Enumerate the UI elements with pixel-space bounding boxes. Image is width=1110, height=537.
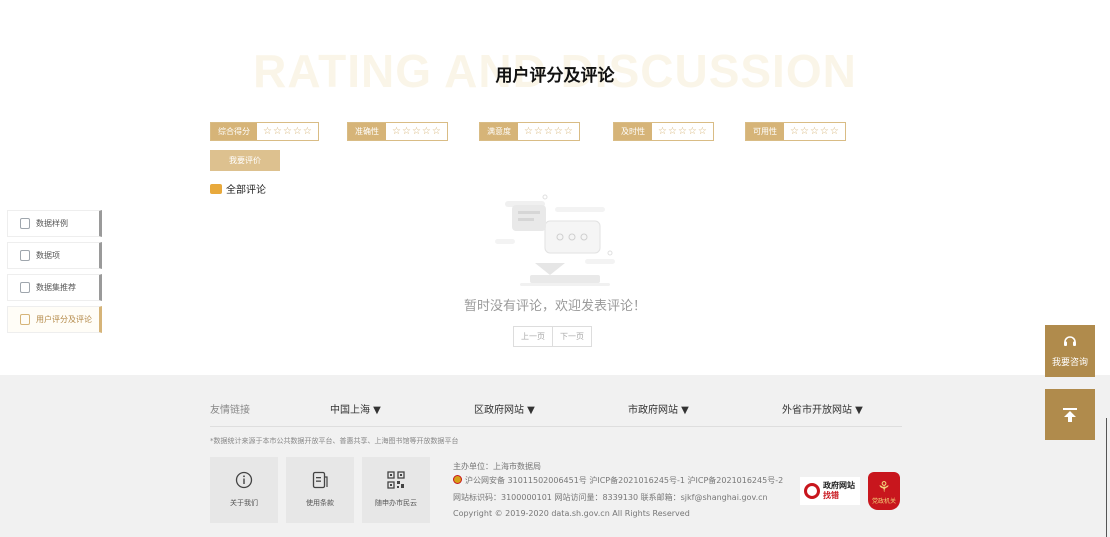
consult-label: 我要咨询: [1051, 358, 1088, 368]
site-info: 网站标识码：3100000101 网站访问量：8339130 联系邮箱：sjkf…: [453, 493, 768, 502]
emblem-icon: ⚘: [877, 477, 891, 496]
star-icon[interactable]: ☆: [422, 123, 431, 140]
star-icon[interactable]: ☆: [432, 123, 441, 140]
arrow-up-to-top-icon: [1063, 407, 1077, 422]
rating-label: 满意度: [480, 123, 518, 140]
side-nav: 数据样例 数据项 数据集推荐 用户评分及评论: [7, 210, 102, 338]
citizen-cloud-tile[interactable]: 随申办市民云: [362, 457, 430, 523]
star-rating[interactable]: ☆ ☆ ☆ ☆ ☆: [784, 123, 845, 140]
all-comments-label: 全部评论: [226, 185, 266, 196]
star-icon[interactable]: ☆: [810, 123, 819, 140]
rating-satisfaction[interactable]: 满意度 ☆ ☆ ☆ ☆ ☆: [479, 122, 580, 141]
side-nav-label: 用户评分及评论: [36, 315, 92, 324]
rating-label: 及时性: [614, 123, 652, 140]
rate-button[interactable]: 我要评价: [210, 150, 280, 171]
star-rating[interactable]: ☆ ☆ ☆ ☆ ☆: [257, 123, 318, 140]
rating-accuracy[interactable]: 准确性 ☆ ☆ ☆ ☆ ☆: [347, 122, 448, 141]
rating-label: 准确性: [348, 123, 386, 140]
star-icon[interactable]: ☆: [412, 123, 421, 140]
star-rating[interactable]: ☆ ☆ ☆ ☆ ☆: [652, 123, 713, 140]
qr-code-icon: [362, 468, 430, 492]
star-icon[interactable]: ☆: [820, 123, 829, 140]
tile-label: 随申办市民云: [375, 499, 417, 507]
star-icon[interactable]: ☆: [283, 123, 292, 140]
footer-divider: [210, 426, 902, 427]
next-page-button[interactable]: 下一页: [552, 327, 591, 346]
rating-label: 可用性: [746, 123, 784, 140]
star-icon[interactable]: ☆: [293, 123, 302, 140]
side-nav-item-data-fields[interactable]: 数据项: [7, 242, 102, 269]
side-nav-item-data-sample[interactable]: 数据样例: [7, 210, 102, 237]
back-to-top-button[interactable]: [1045, 389, 1095, 440]
comment-icon: [210, 183, 222, 194]
star-icon[interactable]: ☆: [402, 123, 411, 140]
gov-website-error-badge[interactable]: 政府网站 找错: [800, 477, 860, 505]
rating-label: 综合得分: [211, 123, 257, 140]
terms-tile[interactable]: 使用条款: [286, 457, 354, 523]
link-dropdown-shanghai[interactable]: 中国上海 ▼: [330, 401, 381, 416]
magnifier-icon: [804, 483, 820, 499]
star-icon[interactable]: ☆: [273, 123, 282, 140]
info-icon: [210, 468, 278, 492]
star-icon[interactable]: ☆: [698, 123, 707, 140]
side-nav-label: 数据项: [36, 251, 60, 260]
database-icon: [20, 218, 30, 229]
about-us-tile[interactable]: 关于我们: [210, 457, 278, 523]
star-icon[interactable]: ☆: [564, 123, 573, 140]
star-icon[interactable]: ☆: [658, 123, 667, 140]
star-icon[interactable]: ☆: [688, 123, 697, 140]
rating-timeliness[interactable]: 及时性 ☆ ☆ ☆ ☆ ☆: [613, 122, 714, 141]
tile-label: 使用条款: [306, 499, 334, 507]
icp-text[interactable]: 沪公网安备 31011502006451号 沪ICP备2021016245号-1…: [465, 476, 783, 485]
star-icon[interactable]: ☆: [534, 123, 543, 140]
rating-usability[interactable]: 可用性 ☆ ☆ ☆ ☆ ☆: [745, 122, 846, 141]
empty-comments-message: 暂时没有评论，欢迎发表评论！: [463, 299, 646, 314]
link-dropdown-municipal[interactable]: 市政府网站 ▼: [628, 401, 689, 416]
scrollbar-edge: [1106, 418, 1107, 537]
star-icon[interactable]: ☆: [303, 123, 312, 140]
side-nav-item-ratings[interactable]: 用户评分及评论: [7, 306, 102, 333]
rating-overall[interactable]: 综合得分 ☆ ☆ ☆ ☆ ☆: [210, 122, 319, 141]
list-icon: [20, 250, 30, 261]
star-icon[interactable]: ☆: [392, 123, 401, 140]
link-dropdown-other-provinces[interactable]: 外省市开放网站 ▼: [782, 401, 863, 416]
side-nav-label: 数据样例: [36, 219, 68, 228]
all-comments-header: 全部评论: [210, 181, 266, 196]
empty-comments-illustration: [495, 194, 615, 286]
star-rating[interactable]: ☆ ☆ ☆ ☆ ☆: [386, 123, 447, 140]
friendly-links-label: 友情链接: [210, 405, 250, 416]
document-icon: [286, 468, 354, 492]
star-icon[interactable]: ☆: [678, 123, 687, 140]
sponsor-text: 主办单位：上海市数据局: [453, 462, 541, 471]
comment-icon: [20, 314, 30, 325]
pagination: 上一页 下一页: [513, 326, 592, 347]
data-source-note: *数据统计来源于本市公共数据开放平台、普惠共享、上海图书馆等开放数据平台: [210, 437, 459, 445]
prev-page-button[interactable]: 上一页: [514, 327, 552, 346]
copyright: Copyright © 2019-2020 data.sh.gov.cn All…: [453, 509, 690, 518]
star-icon[interactable]: ☆: [544, 123, 553, 140]
friendly-links: 友情链接 中国上海 ▼ 区政府网站 ▼ 市政府网站 ▼ 外省市开放网站 ▼: [210, 401, 900, 416]
icp-record: 沪公网安备 31011502006451号 沪ICP备2021016245号-1…: [453, 475, 783, 486]
link-dropdown-district[interactable]: 区政府网站 ▼: [474, 401, 535, 416]
side-nav-item-recommendations[interactable]: 数据集推荐: [7, 274, 102, 301]
tile-label: 关于我们: [230, 499, 258, 507]
consult-button[interactable]: 我要咨询: [1045, 325, 1095, 377]
star-icon[interactable]: ☆: [830, 123, 839, 140]
side-nav-label: 数据集推荐: [36, 283, 76, 292]
gov-badge-line1: 政府网站: [823, 481, 855, 490]
section-title: 用户评分及评论: [495, 66, 615, 86]
emblem-text: 党政机关: [871, 497, 896, 505]
star-rating[interactable]: ☆ ☆ ☆ ☆ ☆: [518, 123, 579, 140]
gov-badge-line2: 找错: [823, 491, 839, 500]
star-icon[interactable]: ☆: [800, 123, 809, 140]
star-icon[interactable]: ☆: [790, 123, 799, 140]
database-icon: [20, 282, 30, 293]
star-icon[interactable]: ☆: [668, 123, 677, 140]
headset-icon: [1045, 334, 1095, 352]
party-gov-emblem[interactable]: ⚘ 党政机关: [868, 472, 900, 510]
star-icon[interactable]: ☆: [263, 123, 272, 140]
police-badge-icon: [453, 475, 462, 484]
star-icon[interactable]: ☆: [554, 123, 563, 140]
star-icon[interactable]: ☆: [524, 123, 533, 140]
